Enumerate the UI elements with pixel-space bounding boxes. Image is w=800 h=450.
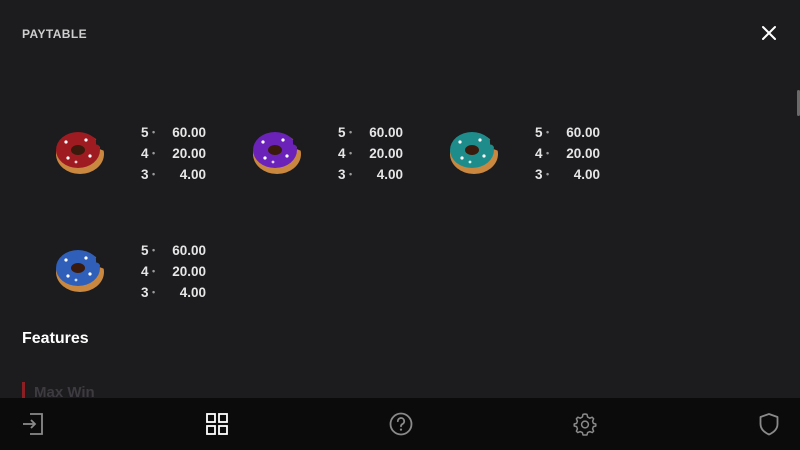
symbol-count: 5 bbox=[535, 125, 543, 140]
pay-row: 4 • 20.00 bbox=[338, 143, 418, 164]
payout-value: 4.00 bbox=[179, 285, 206, 300]
paytable-button[interactable] bbox=[204, 411, 230, 437]
paytable-item-purple-donut: 5 • 60.00 4 • 20.00 3 • 4.00 bbox=[249, 125, 429, 196]
separator-dot: • bbox=[349, 127, 353, 137]
settings-icon bbox=[573, 413, 597, 436]
paytable-item-red-donut: 5 • 60.00 4 • 20.00 3 • 4.00 bbox=[52, 125, 232, 196]
paytable-screen: PAYTABLE 5 • 60.00 4 • 20.00 3 • 4.00 5 … bbox=[0, 0, 800, 450]
settings-button[interactable] bbox=[572, 411, 598, 437]
payout-value: 4.00 bbox=[573, 167, 600, 182]
responsible-gaming-button[interactable] bbox=[756, 411, 782, 437]
bottom-nav-bar bbox=[0, 398, 800, 450]
paytable-item-blue-donut: 5 • 60.00 4 • 20.00 3 • 4.00 bbox=[52, 243, 232, 314]
paytable-item-teal-donut: 5 • 60.00 4 • 20.00 3 • 4.00 bbox=[446, 125, 626, 196]
pay-row: 4 • 20.00 bbox=[141, 261, 221, 282]
red-donut-icon bbox=[56, 132, 105, 174]
symbol-count: 3 bbox=[535, 167, 543, 182]
close-button[interactable] bbox=[758, 22, 780, 44]
shield-icon bbox=[759, 413, 779, 436]
symbol-count: 3 bbox=[141, 167, 149, 182]
symbol-count: 5 bbox=[141, 243, 149, 258]
payout-value: 20.00 bbox=[369, 146, 403, 161]
separator-dot: • bbox=[152, 148, 156, 158]
separator-dot: • bbox=[152, 287, 156, 297]
pay-row: 3 • 4.00 bbox=[141, 282, 221, 303]
pay-values: 5 • 60.00 4 • 20.00 3 • 4.00 bbox=[141, 122, 221, 185]
separator-dot: • bbox=[349, 169, 353, 179]
symbol-count: 3 bbox=[141, 285, 149, 300]
separator-dot: • bbox=[546, 127, 550, 137]
payout-value: 60.00 bbox=[172, 243, 206, 258]
payout-value: 4.00 bbox=[179, 167, 206, 182]
symbol-count: 4 bbox=[535, 146, 543, 161]
close-icon bbox=[762, 26, 776, 40]
payout-value: 60.00 bbox=[172, 125, 206, 140]
separator-dot: • bbox=[546, 169, 550, 179]
pay-values: 5 • 60.00 4 • 20.00 3 • 4.00 bbox=[141, 240, 221, 303]
pay-values: 5 • 60.00 4 • 20.00 3 • 4.00 bbox=[535, 122, 615, 185]
teal-donut-icon bbox=[450, 132, 499, 174]
grid-icon bbox=[206, 413, 228, 435]
help-icon bbox=[389, 412, 413, 436]
separator-dot: • bbox=[546, 148, 550, 158]
pay-row: 4 • 20.00 bbox=[141, 143, 221, 164]
payout-value: 4.00 bbox=[376, 167, 403, 182]
payout-value: 60.00 bbox=[566, 125, 600, 140]
symbol-count: 4 bbox=[338, 146, 346, 161]
exit-button[interactable] bbox=[20, 411, 46, 437]
pay-row: 3 • 4.00 bbox=[338, 164, 418, 185]
pay-row: 5 • 60.00 bbox=[141, 240, 221, 261]
separator-dot: • bbox=[152, 245, 156, 255]
symbol-count: 5 bbox=[141, 125, 149, 140]
payout-value: 20.00 bbox=[172, 264, 206, 279]
separator-dot: • bbox=[152, 127, 156, 137]
pay-row: 3 • 4.00 bbox=[535, 164, 615, 185]
pay-values: 5 • 60.00 4 • 20.00 3 • 4.00 bbox=[338, 122, 418, 185]
separator-dot: • bbox=[152, 266, 156, 276]
payout-value: 20.00 bbox=[566, 146, 600, 161]
payout-value: 60.00 bbox=[369, 125, 403, 140]
symbol-count: 4 bbox=[141, 146, 149, 161]
purple-donut-icon bbox=[253, 132, 302, 174]
section-accent-bar bbox=[22, 382, 25, 398]
page-title: PAYTABLE bbox=[22, 27, 87, 41]
payout-value: 20.00 bbox=[172, 146, 206, 161]
symbol-count: 4 bbox=[141, 264, 149, 279]
symbol-count: 3 bbox=[338, 167, 346, 182]
separator-dot: • bbox=[152, 169, 156, 179]
help-button[interactable] bbox=[388, 411, 414, 437]
pay-row: 4 • 20.00 bbox=[535, 143, 615, 164]
pay-row: 5 • 60.00 bbox=[338, 122, 418, 143]
blue-donut-icon bbox=[56, 250, 105, 292]
separator-dot: • bbox=[349, 148, 353, 158]
pay-row: 5 • 60.00 bbox=[141, 122, 221, 143]
exit-icon bbox=[23, 413, 43, 435]
pay-row: 5 • 60.00 bbox=[535, 122, 615, 143]
features-heading: Features bbox=[22, 330, 89, 347]
pay-row: 3 • 4.00 bbox=[141, 164, 221, 185]
symbol-count: 5 bbox=[338, 125, 346, 140]
